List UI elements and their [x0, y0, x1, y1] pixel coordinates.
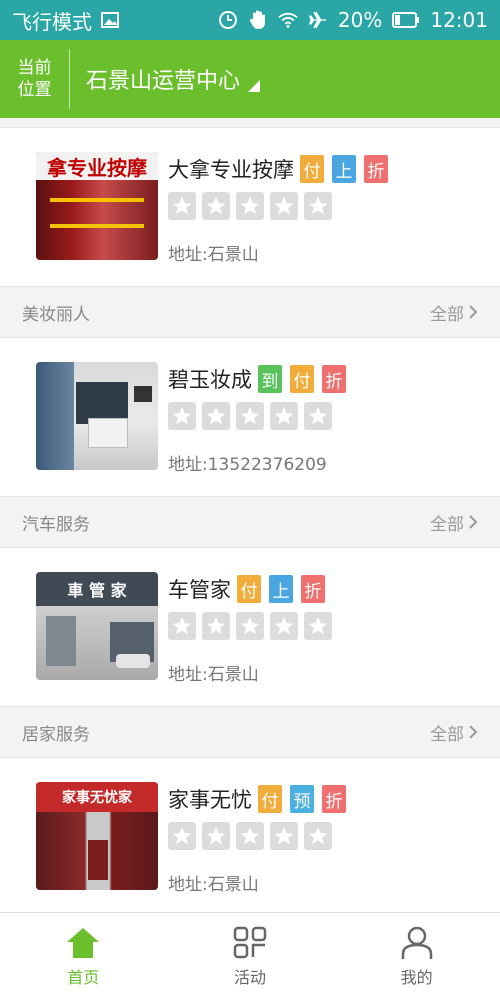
- tag-online: 上: [269, 575, 293, 603]
- tab-label: 首页: [67, 967, 100, 987]
- star-icon: [270, 822, 298, 850]
- chevron-right-icon: [469, 725, 478, 739]
- tab-activity[interactable]: 活动: [167, 913, 334, 1000]
- tag-pay: 付: [237, 575, 261, 603]
- tag-pay: 付: [300, 155, 324, 183]
- list-item[interactable]: 碧玉妆成 到 付 折 地址:13522376209: [0, 338, 500, 496]
- grid-icon: [233, 926, 267, 958]
- shop-address: 地址:13522376209: [168, 455, 327, 475]
- image-icon: [100, 10, 120, 30]
- shop-thumbnail: 家事无忧家: [36, 782, 158, 890]
- airplane-icon: [308, 10, 328, 30]
- rating-stars: [168, 192, 396, 220]
- clock-time: 12:01: [430, 8, 488, 32]
- tag-discount: 折: [301, 575, 325, 603]
- tab-label: 活动: [234, 967, 267, 987]
- shop-name: 碧玉妆成: [168, 368, 252, 392]
- location-selector[interactable]: 石景山运营中心: [70, 63, 261, 95]
- current-location-label: 当前 位置: [0, 49, 70, 109]
- dropdown-triangle-icon: [248, 80, 261, 92]
- tag-reserve: 预: [290, 785, 314, 813]
- tab-mine[interactable]: 我的: [333, 913, 500, 1000]
- star-icon: [304, 192, 332, 220]
- list-item[interactable]: 拿专业按摩 大拿专业按摩 付 上 折 地址:石景山: [0, 128, 500, 286]
- section-title: 汽车服务: [22, 514, 90, 535]
- battery-icon: [392, 10, 420, 30]
- view-all-link[interactable]: 全部: [430, 510, 478, 535]
- chevron-right-icon: [469, 305, 478, 319]
- thumbnail-sign: 拿专业按摩: [36, 152, 158, 180]
- shop-name: 家事无忧: [168, 788, 252, 812]
- star-icon: [202, 402, 230, 430]
- star-icon: [270, 402, 298, 430]
- star-icon: [168, 192, 196, 220]
- chevron-right-icon: [469, 515, 478, 529]
- tag-pay: 付: [258, 785, 282, 813]
- shop-address: 地址:石景山: [168, 245, 259, 265]
- list-item[interactable]: 車 管 家 车管家 付 上 折 地址:石景山: [0, 548, 500, 706]
- section-header-beauty: 美妆丽人 全部: [0, 286, 500, 338]
- tag-discount: 折: [364, 155, 388, 183]
- star-icon: [270, 192, 298, 220]
- star-icon: [202, 822, 230, 850]
- star-icon: [270, 612, 298, 640]
- person-icon: [401, 926, 432, 959]
- star-icon: [304, 402, 332, 430]
- content-list[interactable]: 拿专业按摩 大拿专业按摩 付 上 折 地址:石景山 美妆丽人 全部 碧玉妆成 到…: [0, 118, 500, 912]
- star-icon: [202, 612, 230, 640]
- rating-stars: [168, 402, 354, 430]
- bottom-tab-bar: 首页 活动 我的: [0, 912, 500, 1000]
- section-title: 美妆丽人: [22, 304, 90, 325]
- star-icon: [168, 402, 196, 430]
- shop-name: 车管家: [168, 578, 231, 602]
- section-header-home: 居家服务 全部: [0, 706, 500, 758]
- tag-online: 上: [332, 155, 356, 183]
- star-icon: [202, 192, 230, 220]
- alarm-icon: [218, 10, 238, 30]
- tab-home[interactable]: 首页: [0, 913, 167, 1000]
- thumbnail-sign: 家事无忧家: [36, 782, 158, 812]
- location-name: 石景山运营中心: [86, 69, 241, 94]
- rating-stars: [168, 612, 333, 640]
- star-icon: [168, 822, 196, 850]
- shop-name: 大拿专业按摩: [168, 158, 294, 182]
- tab-label: 我的: [400, 967, 433, 987]
- tag-discount: 折: [322, 785, 346, 813]
- view-all-link[interactable]: 全部: [430, 720, 478, 745]
- star-icon: [236, 192, 264, 220]
- wifi-icon: [278, 10, 298, 30]
- section-title: 居家服务: [22, 724, 90, 745]
- star-icon: [236, 822, 264, 850]
- view-all-link[interactable]: 全部: [430, 300, 478, 325]
- star-icon: [236, 612, 264, 640]
- location-bar: 当前 位置 石景山运营中心: [0, 40, 500, 118]
- shop-address: 地址:石景山: [168, 665, 259, 685]
- thumbnail-sign: 車 管 家: [36, 572, 158, 606]
- star-icon: [304, 822, 332, 850]
- shop-thumbnail: [36, 362, 158, 470]
- shop-thumbnail: 拿专业按摩: [36, 152, 158, 260]
- airplane-mode-text: 飞行模式: [12, 9, 92, 34]
- list-item[interactable]: 家事无忧家 家事无忧 付 预 折 地址:石景山: [0, 758, 500, 912]
- battery-percent: 20%: [337, 8, 383, 32]
- tag-arrive: 到: [258, 365, 282, 393]
- home-icon: [67, 927, 100, 958]
- status-bar: 飞行模式 20% 12:01: [0, 0, 500, 40]
- shop-address: 地址:石景山: [168, 875, 259, 895]
- shop-thumbnail: 車 管 家: [36, 572, 158, 680]
- tag-discount: 折: [322, 365, 346, 393]
- section-header-partial: [0, 118, 500, 128]
- hand-icon: [248, 10, 268, 30]
- section-header-auto: 汽车服务 全部: [0, 496, 500, 548]
- rating-stars: [168, 822, 354, 850]
- star-icon: [168, 612, 196, 640]
- star-icon: [304, 612, 332, 640]
- star-icon: [236, 402, 264, 430]
- tag-pay: 付: [290, 365, 314, 393]
